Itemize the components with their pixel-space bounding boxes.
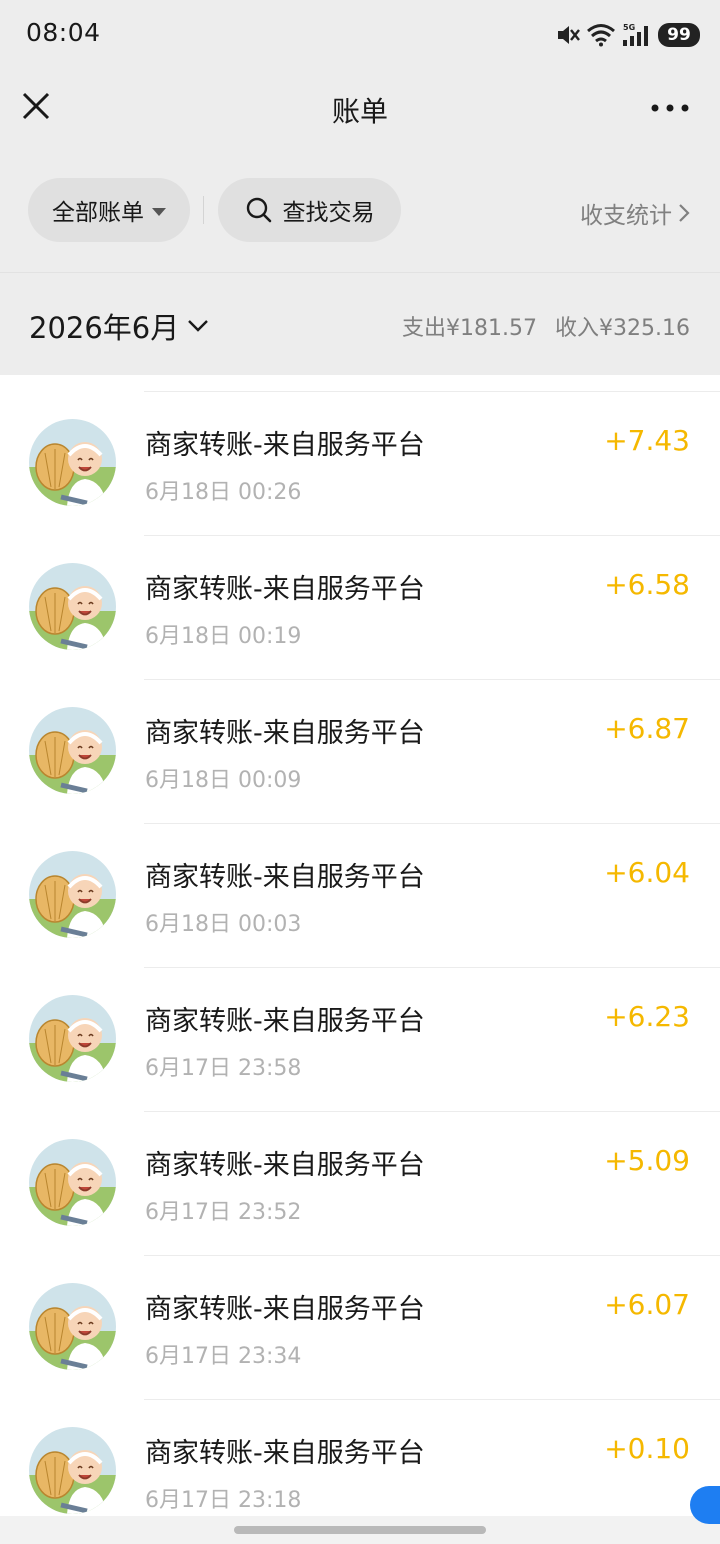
transaction-time: 6月17日 23:34: [145, 1344, 302, 1369]
chevron-right-icon: [679, 204, 690, 222]
chevron-down-icon: [188, 320, 209, 332]
stats-link[interactable]: 收支统计: [580, 196, 690, 230]
income-label: 收入: [555, 316, 600, 341]
income-total: 收入¥325.16: [555, 310, 690, 342]
battery-indicator: 99: [658, 23, 700, 47]
mute-icon: [558, 26, 580, 44]
toolbar-divider: [203, 196, 204, 224]
search-label: 查找交易: [282, 200, 375, 226]
transaction-amount: +6.87: [604, 712, 690, 745]
transaction-row[interactable]: 商家转账-来自服务平台 6月17日 23:18 +0.10: [0, 1400, 720, 1516]
avatar: [29, 1283, 116, 1370]
transaction-title: 商家转账-来自服务平台: [145, 1150, 425, 1181]
transaction-time: 6月17日 23:18: [145, 1488, 302, 1513]
transaction-title: 商家转账-来自服务平台: [145, 862, 425, 893]
transaction-amount: +6.07: [604, 1288, 690, 1321]
transaction-title: 商家转账-来自服务平台: [145, 1438, 425, 1469]
income-value: ¥325.16: [599, 316, 690, 341]
transaction-amount: +0.10: [604, 1432, 690, 1465]
expense-value: ¥181.57: [446, 316, 537, 341]
svg-text:5G: 5G: [623, 23, 635, 32]
signal-5g-icon: 5G: [623, 23, 648, 46]
avatar: [29, 995, 116, 1082]
transaction-list: 商家转账-来自服务平台 6月18日 00:26 +7.43 商家转账-来自服务平…: [0, 375, 720, 1516]
status-time: 08:04: [26, 18, 101, 47]
page-title: 账单: [331, 95, 388, 128]
transaction-row[interactable]: 商家转账-来自服务平台 6月17日 23:52 +5.09: [0, 1112, 720, 1256]
month-picker[interactable]: 2026年6月: [29, 305, 209, 347]
caret-down-icon: [152, 207, 166, 216]
transaction-title: 商家转账-来自服务平台: [145, 1294, 425, 1325]
stats-label: 收支统计: [580, 203, 672, 229]
avatar: [29, 851, 116, 938]
status-bar: 08:04 5G 99: [0, 0, 720, 70]
month-label: 2026年6月: [29, 311, 180, 345]
filter-button[interactable]: 全部账单: [28, 178, 190, 242]
transaction-time: 6月18日 00:26: [145, 480, 302, 505]
filter-label: 全部账单: [52, 200, 144, 226]
transaction-title: 商家转账-来自服务平台: [145, 718, 425, 749]
expense-label: 支出: [402, 316, 447, 341]
avatar: [29, 1139, 116, 1226]
transaction-title: 商家转账-来自服务平台: [145, 1006, 425, 1037]
transaction-amount: +6.23: [604, 1000, 690, 1033]
transaction-row[interactable]: 商家转账-来自服务平台 6月17日 23:58 +6.23: [0, 968, 720, 1112]
status-icons: 5G 99: [554, 20, 700, 50]
transaction-row[interactable]: 商家转账-来自服务平台 6月17日 23:34 +6.07: [0, 1256, 720, 1400]
avatar: [29, 419, 116, 506]
transaction-amount: +5.09: [604, 1144, 690, 1177]
toolbar: 全部账单 查找交易 收支统计: [0, 178, 720, 242]
gesture-bar-area: [0, 1516, 720, 1544]
transaction-amount: +7.43: [604, 424, 690, 457]
more-icon[interactable]: [650, 100, 690, 116]
transaction-title: 商家转账-来自服务平台: [145, 430, 425, 461]
nav-bar: 账单: [0, 70, 720, 146]
avatar: [29, 563, 116, 650]
transaction-row[interactable]: 商家转账-来自服务平台 6月18日 00:19 +6.58: [0, 536, 720, 680]
transaction-time: 6月18日 00:19: [145, 624, 302, 649]
expense-total: 支出¥181.57: [402, 310, 537, 342]
transaction-row[interactable]: 商家转账-来自服务平台 6月18日 00:09 +6.87: [0, 680, 720, 824]
avatar: [29, 1427, 116, 1514]
transaction-time: 6月18日 00:03: [145, 912, 302, 937]
transaction-time: 6月18日 00:09: [145, 768, 302, 793]
transaction-amount: +6.04: [604, 856, 690, 889]
transaction-row[interactable]: 商家转账-来自服务平台 6月18日 00:26 +7.43: [0, 392, 720, 536]
transaction-time: 6月17日 23:58: [145, 1056, 302, 1081]
transaction-title: 商家转账-来自服务平台: [145, 574, 425, 605]
transaction-row[interactable]: 商家转账-来自服务平台 6月18日 00:03 +6.04: [0, 824, 720, 968]
search-icon: [246, 197, 271, 223]
avatar: [29, 707, 116, 794]
floating-chat-bubble[interactable]: [690, 1486, 720, 1524]
transaction-amount: +6.58: [604, 568, 690, 601]
search-button[interactable]: 查找交易: [218, 178, 401, 242]
wifi-icon: [587, 24, 615, 47]
home-indicator[interactable]: [234, 1526, 486, 1534]
month-totals: 支出¥181.57 收入¥325.16: [402, 310, 690, 342]
month-summary: 2026年6月 支出¥181.57 收入¥325.16: [0, 272, 720, 375]
transaction-time: 6月17日 23:52: [145, 1200, 302, 1225]
